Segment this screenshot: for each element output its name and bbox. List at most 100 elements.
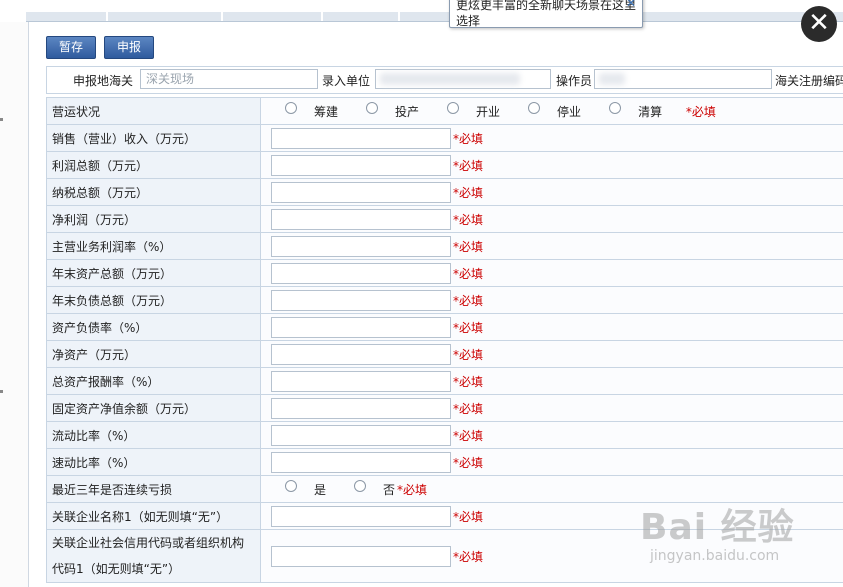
operator-input[interactable]	[594, 69, 772, 89]
form-row-financial-item-6: 年末负债总额（万元） *必填	[46, 286, 843, 314]
financial-item-2-label: 纳税总额（万元）	[46, 178, 261, 206]
form-row-financial-item-1: 利润总额（万元） *必填	[46, 151, 843, 179]
loss-radio-1[interactable]	[354, 480, 367, 492]
financial-item-11-cell: *必填	[260, 421, 843, 449]
financial-item-2-input[interactable]	[271, 181, 451, 203]
related-company-code-input[interactable]	[271, 545, 451, 567]
status-radio-1[interactable]	[366, 102, 379, 114]
required-mark: *必填	[453, 266, 484, 281]
consecutive-loss-label: 最近三年是否连续亏损	[46, 475, 261, 503]
form-row-financial-item-11: 流动比率（%） *必填	[46, 421, 843, 449]
financial-item-5-input[interactable]	[271, 262, 451, 284]
financial-item-12-input[interactable]	[271, 451, 451, 473]
tooltip-text: 更炫更丰富的全新聊天场景在这里选择	[456, 0, 637, 28]
financial-item-3-cell: *必填	[260, 205, 843, 233]
financial-item-0-cell: *必填	[260, 124, 843, 152]
customs-input[interactable]: 深关现场	[140, 69, 318, 89]
operation-status-cell: 筹建 投产 开业 停业 清算 *必填	[260, 97, 843, 125]
financial-item-12-cell: *必填	[260, 448, 843, 476]
form-row-financial-item-12: 速动比率（%） *必填	[46, 448, 843, 476]
loss-radio-0[interactable]	[285, 480, 297, 492]
required-mark: *必填	[453, 374, 484, 389]
status-radio-2[interactable]	[447, 102, 460, 114]
left-sidebar	[0, 22, 29, 587]
financial-item-9-cell: *必填	[260, 367, 843, 395]
status-radio-3[interactable]	[528, 102, 541, 114]
status-radio-4[interactable]	[609, 102, 622, 114]
financial-item-7-label: 资产负债率（%）	[46, 313, 261, 341]
financial-item-4-label: 主营业务利润率（%）	[46, 232, 261, 260]
related-company-code-label-line: 关联企业社会信用代码或者组织机构	[52, 536, 245, 550]
status-option-label: 清算	[638, 104, 663, 119]
financial-item-2-cell: *必填	[260, 178, 843, 206]
tooltip-close-icon[interactable]: ✕	[626, 0, 636, 11]
close-button[interactable]: ✕	[801, 6, 837, 42]
form-row-operation-status: 营运状况 筹建 投产 开业 停业 清算 *必填	[46, 97, 843, 125]
financial-item-8-input[interactable]	[271, 343, 451, 365]
form-row-financial-item-4: 主营业务利润率（%） *必填	[46, 232, 843, 260]
customs-label: 申报地海关	[73, 74, 134, 88]
customs-reg-code-label: 海关注册编码	[775, 74, 843, 88]
required-mark: *必填	[453, 293, 484, 308]
financial-item-4-input[interactable]	[271, 235, 451, 257]
financial-item-5-cell: *必填	[260, 259, 843, 287]
financial-item-10-cell: *必填	[260, 394, 843, 422]
entry-unit-input[interactable]	[375, 69, 551, 89]
save-draft-button[interactable]: 暂存	[46, 36, 97, 59]
financial-item-1-input[interactable]	[271, 154, 451, 176]
required-mark: *必填	[453, 185, 484, 200]
financial-item-3-label: 净利润（万元）	[46, 205, 261, 233]
form-row-financial-item-8: 净资产（万元） *必填	[46, 340, 843, 368]
form-row-financial-item-9: 总资产报酬率（%） *必填	[46, 367, 843, 395]
financial-item-8-label: 净资产（万元）	[46, 340, 261, 368]
financial-item-11-input[interactable]	[271, 424, 451, 446]
financial-item-1-label: 利润总额（万元）	[46, 151, 261, 179]
financial-item-9-label: 总资产报酬率（%）	[46, 367, 261, 395]
required-mark: *必填	[453, 455, 484, 470]
operator-label: 操作员	[556, 74, 593, 88]
status-option-label: 停业	[557, 104, 582, 119]
operation-status-label: 营运状况	[46, 97, 261, 125]
loss-option-label: 否	[383, 482, 396, 497]
redacted-operator	[599, 73, 625, 85]
declaration-header-row: 申报地海关 深关现场 录入单位 操作员 海关注册编码	[46, 66, 843, 94]
operation-status-radio-group: 筹建 投产 开业 停业 清算	[275, 102, 680, 120]
status-option-label: 投产	[395, 104, 420, 119]
form-row-financial-item-10: 固定资产净值余额（万元） *必填	[46, 394, 843, 422]
form-row-financial-item-5: 年末资产总额（万元） *必填	[46, 259, 843, 287]
form-row-financial-item-2: 纳税总额（万元） *必填	[46, 178, 843, 206]
financial-item-0-input[interactable]	[271, 127, 451, 149]
required-mark: *必填	[397, 482, 428, 497]
financial-item-3-input[interactable]	[271, 208, 451, 230]
financial-item-7-input[interactable]	[271, 316, 451, 338]
watermark-url: jingyan.baidu.com	[650, 548, 780, 564]
required-mark: *必填	[453, 239, 484, 254]
required-mark: *必填	[453, 158, 484, 173]
status-option-label: 开业	[476, 104, 501, 119]
required-mark: *必填	[453, 509, 484, 524]
required-mark: *必填	[453, 549, 484, 564]
consecutive-loss-radio-group: 是否	[275, 480, 396, 498]
financial-item-4-cell: *必填	[260, 232, 843, 260]
financial-item-6-cell: *必填	[260, 286, 843, 314]
required-mark: *必填	[453, 428, 484, 443]
related-company-code-label-line: 代码1（如无则填“无”）	[52, 562, 181, 576]
form-row-financial-item-7: 资产负债率（%） *必填	[46, 313, 843, 341]
required-mark: *必填	[685, 104, 716, 119]
form-row-financial-item-3: 净利润（万元） *必填	[46, 205, 843, 233]
submit-button[interactable]: 申报	[104, 36, 155, 59]
financial-item-1-cell: *必填	[260, 151, 843, 179]
financial-item-12-label: 速动比率（%）	[46, 448, 261, 476]
required-mark: *必填	[453, 212, 484, 227]
financial-item-10-input[interactable]	[271, 397, 451, 419]
status-radio-0[interactable]	[285, 102, 297, 114]
financial-item-11-label: 流动比率（%）	[46, 421, 261, 449]
financial-item-9-input[interactable]	[271, 370, 451, 392]
status-option-label: 筹建	[314, 104, 339, 119]
related-company-name-input[interactable]	[271, 505, 451, 527]
required-mark: *必填	[453, 401, 484, 416]
financial-item-8-cell: *必填	[260, 340, 843, 368]
financial-item-6-input[interactable]	[271, 289, 451, 311]
baidu-watermark: Bai 经验	[640, 507, 795, 548]
financial-item-10-label: 固定资产净值余额（万元）	[46, 394, 261, 422]
